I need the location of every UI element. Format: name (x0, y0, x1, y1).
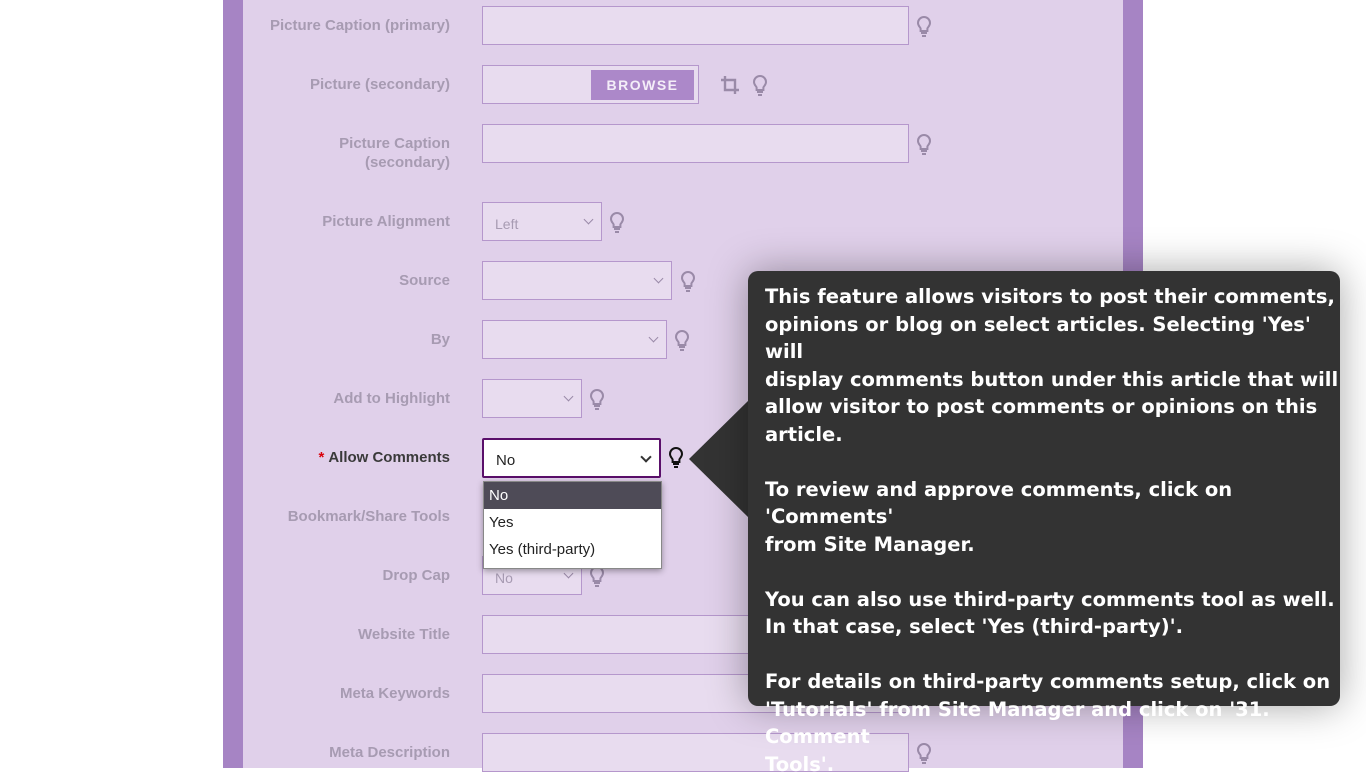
dropcap-label: Drop Cap (382, 567, 451, 584)
caption-secondary-input[interactable] (482, 124, 909, 163)
dropcap-value: No (495, 570, 513, 586)
alignment-value: Left (495, 216, 519, 232)
meta-keywords-label: Meta Keywords (339, 685, 450, 702)
website-title-label: Website Title (358, 626, 450, 643)
picture-secondary-label: Picture (secondary) (309, 76, 450, 93)
by-label: By (430, 331, 450, 348)
help-bulb-icon[interactable] (753, 75, 767, 97)
dropdown-option-yes[interactable]: Yes (484, 509, 661, 536)
help-bulb-icon[interactable] (590, 566, 604, 588)
help-bulb-icon[interactable] (675, 330, 689, 352)
allow-comments-dropdown: No Yes Yes (third-party) (483, 481, 662, 569)
chevron-down-icon (583, 214, 594, 225)
dropdown-option-no[interactable]: No (484, 482, 661, 509)
tooltip-paragraph: You can also use third-party comments to… (765, 587, 1335, 639)
chevron-down-icon (563, 391, 574, 402)
allow-comments-label: * Allow Comments (230, 448, 450, 467)
tooltip-paragraph: To review and approve comments, click on… (765, 477, 1233, 556)
chevron-down-icon (648, 332, 659, 343)
chevron-down-icon (563, 568, 574, 579)
chevron-down-icon (653, 273, 664, 284)
dropdown-option-yes-third-party[interactable]: Yes (third-party) (484, 536, 661, 563)
caption-secondary-label: Picture Caption (secondary) (339, 135, 450, 171)
caption-primary-input[interactable] (482, 6, 909, 45)
allow-comments-select[interactable]: No (482, 438, 661, 478)
allow-comments-label-text: Allow Comments (328, 449, 450, 466)
alignment-label: Picture Alignment (322, 213, 450, 230)
tooltip-paragraph: This feature allows visitors to post the… (765, 285, 1339, 446)
meta-description-label: Meta Description (329, 744, 450, 761)
chevron-down-icon (640, 451, 652, 463)
help-tooltip: This feature allows visitors to post the… (748, 271, 1340, 776)
bookmark-label: Bookmark/Share Tools (287, 508, 450, 525)
help-bulb-icon[interactable] (917, 134, 931, 156)
browse-button[interactable]: BROWSE (591, 70, 694, 100)
alignment-select[interactable]: Left (482, 202, 602, 241)
tooltip-paragraph: For details on third-party comments setu… (765, 670, 1331, 776)
tooltip-arrow (689, 400, 749, 518)
crop-icon[interactable] (721, 76, 739, 94)
source-select[interactable] (482, 261, 672, 300)
help-bulb-icon[interactable] (669, 447, 683, 469)
source-label: Source (399, 272, 450, 289)
by-select[interactable] (482, 320, 667, 359)
help-bulb-icon[interactable] (917, 16, 931, 38)
help-bulb-icon[interactable] (590, 389, 604, 411)
caption-primary-label: Picture Caption (primary) (269, 17, 450, 34)
allow-comments-value: No (496, 452, 516, 469)
required-mark: * (318, 449, 325, 466)
help-bulb-icon[interactable] (610, 212, 624, 234)
help-bulb-icon[interactable] (681, 271, 695, 293)
picture-secondary-file-input[interactable]: BROWSE (482, 65, 699, 104)
highlight-select[interactable] (482, 379, 582, 418)
highlight-label: Add to Highlight (333, 390, 450, 407)
